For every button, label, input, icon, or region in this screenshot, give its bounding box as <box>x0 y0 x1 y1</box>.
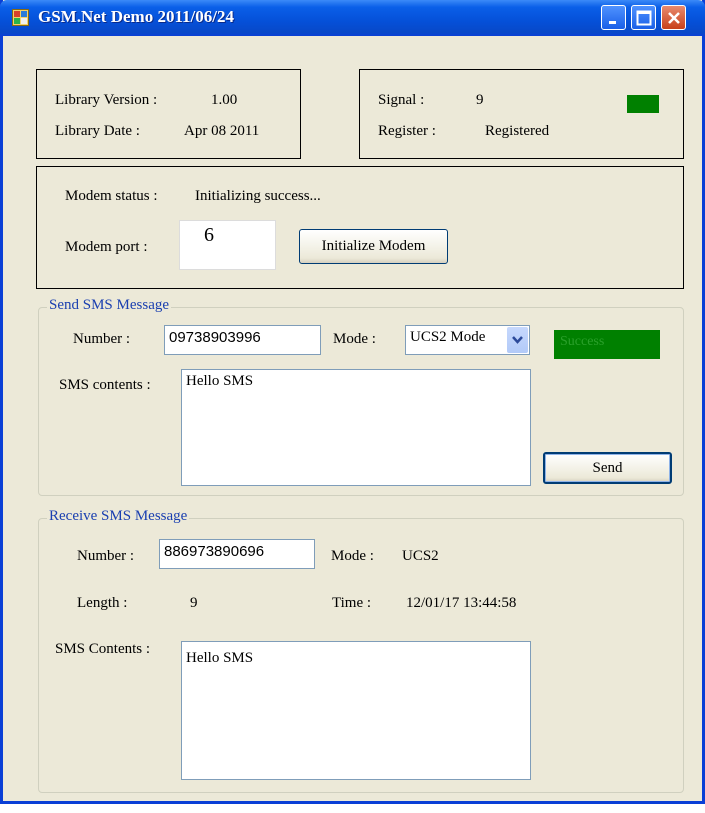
receive-number-label: Number : <box>77 548 135 564</box>
receive-sms-group-title: Receive SMS Message <box>47 508 190 525</box>
send-sms-group-title: Send SMS Message <box>47 297 172 314</box>
library-date-value: Apr 08 2011 <box>184 123 260 139</box>
send-mode-select[interactable]: UCS2 Mode <box>405 325 530 355</box>
modem-port-field[interactable]: 6 <box>179 220 276 270</box>
receive-mode-label: Mode : <box>331 548 374 564</box>
modem-status-value: Initializing success... <box>195 188 321 204</box>
signal-panel <box>359 69 684 159</box>
signal-label: Signal : <box>378 92 425 108</box>
time-value: 12/01/17 13:44:58 <box>406 595 517 611</box>
library-info-panel <box>36 69 301 159</box>
signal-value: 9 <box>476 92 484 108</box>
sms-contents-input[interactable]: Hello SMS <box>181 369 531 486</box>
minimize-button[interactable] <box>601 5 626 30</box>
time-label: Time : <box>332 595 372 611</box>
send-button[interactable]: Send <box>543 452 672 484</box>
close-icon <box>668 12 680 24</box>
send-mode-value: UCS2 Mode <box>410 329 486 345</box>
length-value: 9 <box>190 595 198 611</box>
title-bar[interactable]: GSM.Net Demo 2011/06/24 <box>0 0 705 36</box>
initialize-modem-button[interactable]: Initialize Modem <box>299 229 448 264</box>
send-number-input[interactable]: 09738903996 <box>164 325 321 355</box>
sms-contents-label: SMS contents : <box>59 377 151 393</box>
modem-panel <box>36 166 684 289</box>
maximize-button[interactable] <box>631 5 656 30</box>
send-number-label: Number : <box>73 331 131 347</box>
app-icon <box>12 9 29 26</box>
library-version-value: 1.00 <box>211 92 238 108</box>
receive-number-field[interactable]: 886973890696 <box>159 539 315 569</box>
register-value: Registered <box>485 123 550 139</box>
modem-port-label: Modem port : <box>65 239 148 255</box>
receive-contents-label: SMS Contents : <box>55 641 151 657</box>
library-date-label: Library Date : <box>55 123 140 139</box>
mode-dropdown-button[interactable] <box>507 327 528 353</box>
chevron-down-icon <box>512 336 523 344</box>
register-label: Register : <box>378 123 436 139</box>
send-status-text: Success <box>560 334 605 349</box>
main-window: GSM.Net Demo 2011/06/24 Library Version … <box>0 0 705 804</box>
maximize-icon <box>636 10 652 26</box>
window-title: GSM.Net Demo 2011/06/24 <box>38 7 234 26</box>
close-button[interactable] <box>661 5 686 30</box>
signal-indicator <box>627 95 659 113</box>
send-status-indicator: Success <box>554 330 660 359</box>
modem-status-label: Modem status : <box>65 188 158 204</box>
minimize-icon <box>609 21 616 24</box>
library-version-label: Library Version : <box>55 92 158 108</box>
receive-contents-field[interactable]: Hello SMS <box>181 641 531 780</box>
length-label: Length : <box>77 595 128 611</box>
send-mode-label: Mode : <box>333 331 376 347</box>
receive-mode-value: UCS2 <box>402 548 439 564</box>
